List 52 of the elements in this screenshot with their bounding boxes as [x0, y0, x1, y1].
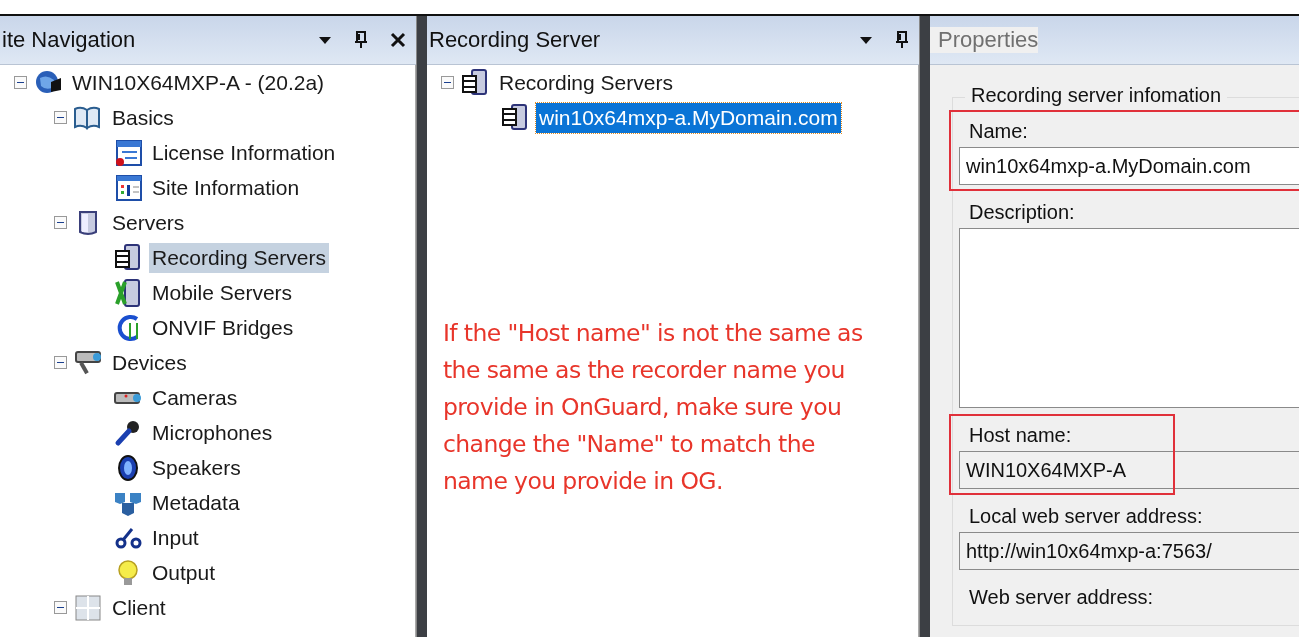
text-field[interactable]: http://win10x64mxp-a:7563/	[959, 532, 1299, 570]
pin-icon[interactable]	[895, 31, 909, 49]
collapse-icon[interactable]	[54, 216, 67, 229]
field-label: Local web server address:	[968, 504, 1204, 529]
splitter-bar[interactable]	[919, 16, 930, 637]
tree-item[interactable]: Site Information	[149, 172, 303, 203]
field-label: Web server address:	[968, 585, 1155, 610]
dropdown-icon[interactable]	[318, 35, 332, 45]
tree-item[interactable]: License Information	[149, 137, 339, 168]
group-title: Recording server infomation	[965, 84, 1228, 107]
tree-item[interactable]: Speakers	[149, 452, 244, 483]
dropdown-icon[interactable]	[859, 35, 873, 45]
annotation-text: If the "Host name" is not the same as the same as the recorder name you provide in OnGuard, make sure you change the "Name" to match the name you provide in OG.	[443, 318, 864, 497]
pin-icon[interactable]	[354, 31, 368, 49]
tree-item[interactable]: Metadata	[149, 487, 243, 518]
collapse-icon[interactable]	[54, 356, 67, 369]
tree-item[interactable]: Recording Servers	[149, 242, 329, 273]
close-icon[interactable]	[390, 32, 406, 48]
text-field[interactable]: win10x64mxp-a.MyDomain.com	[959, 147, 1299, 185]
panel-title: Properties	[930, 27, 1039, 53]
tree-item[interactable]: Mobile Servers	[149, 277, 296, 308]
tree-item[interactable]: Microphones	[149, 417, 276, 448]
tree-item[interactable]: win10x64mxp-a.MyDomain.com	[536, 102, 841, 133]
text-field[interactable]: WIN10X64MXP-A	[959, 451, 1299, 489]
panel-title: Recording Server	[428, 27, 601, 53]
field-label: Description:	[968, 200, 1076, 225]
info-window-icon	[113, 172, 143, 203]
tree-item[interactable]: Devices	[109, 347, 190, 378]
collapse-icon[interactable]	[54, 601, 67, 614]
splitter-bar[interactable]	[416, 16, 427, 637]
collapse-icon[interactable]	[14, 76, 27, 89]
server-film-icon	[500, 102, 530, 133]
description-field[interactable]	[959, 228, 1299, 408]
grid-icon	[73, 592, 103, 623]
collapse-icon[interactable]	[441, 76, 454, 89]
server-film-icon	[113, 242, 143, 273]
tree-item[interactable]: Input	[149, 522, 202, 553]
tree-item[interactable]: Output	[149, 557, 219, 588]
tree-item[interactable]: Recording Servers	[496, 67, 676, 98]
panel-title: ite Navigation	[1, 27, 136, 53]
field-label: Host name:	[968, 423, 1073, 448]
tree-item[interactable]: Servers	[109, 207, 188, 238]
tree-item[interactable]: Basics	[109, 102, 177, 133]
collapse-icon[interactable]	[54, 111, 67, 124]
tree-item[interactable]: Client	[109, 592, 169, 623]
camera-icon	[113, 390, 143, 405]
certificate-icon	[113, 137, 143, 168]
server-arrows-icon	[113, 277, 143, 308]
field-label: Name:	[968, 119, 1029, 144]
tree-item[interactable]: WIN10X64MXP-A - (20.2a)	[69, 67, 328, 98]
tree-item[interactable]: ONVIF Bridges	[149, 312, 297, 343]
tree-item[interactable]: Cameras	[149, 382, 241, 413]
